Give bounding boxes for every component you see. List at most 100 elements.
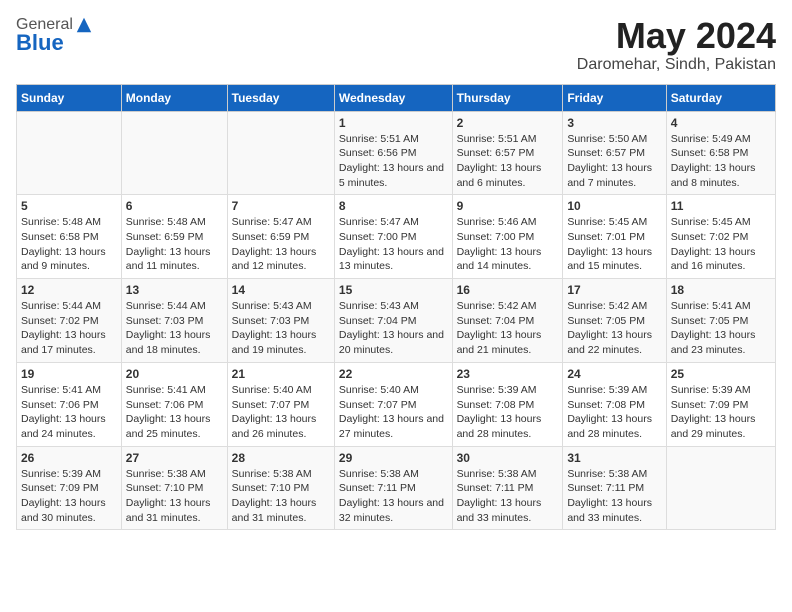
day-number: 20 — [126, 367, 223, 381]
day-number: 1 — [339, 116, 448, 130]
cell-info: Sunrise: 5:51 AMSunset: 6:57 PMDaylight:… — [457, 132, 559, 191]
day-number: 16 — [457, 283, 559, 297]
calendar-subtitle: Daromehar, Sindh, Pakistan — [577, 56, 776, 74]
calendar-week-row: 26 Sunrise: 5:39 AMSunset: 7:09 PMDayligh… — [17, 446, 776, 530]
calendar-cell: 26 Sunrise: 5:39 AMSunset: 7:09 PMDayligh… — [17, 446, 122, 530]
day-number: 5 — [21, 199, 117, 213]
cell-info: Sunrise: 5:41 AMSunset: 7:06 PMDaylight:… — [21, 383, 117, 442]
calendar-cell: 25 Sunrise: 5:39 AMSunset: 7:09 PMDayligh… — [666, 362, 775, 446]
calendar-cell: 15 Sunrise: 5:43 AMSunset: 7:04 PMDayligh… — [334, 279, 452, 363]
calendar-title: May 2024 — [577, 16, 776, 56]
cell-info: Sunrise: 5:42 AMSunset: 7:05 PMDaylight:… — [567, 299, 661, 358]
day-number: 6 — [126, 199, 223, 213]
cell-info: Sunrise: 5:41 AMSunset: 7:06 PMDaylight:… — [126, 383, 223, 442]
day-number: 21 — [232, 367, 330, 381]
day-number: 18 — [671, 283, 771, 297]
calendar-cell: 8 Sunrise: 5:47 AMSunset: 7:00 PMDaylight… — [334, 195, 452, 279]
cell-info: Sunrise: 5:48 AMSunset: 6:59 PMDaylight:… — [126, 215, 223, 274]
cell-info: Sunrise: 5:40 AMSunset: 7:07 PMDaylight:… — [232, 383, 330, 442]
calendar-cell: 7 Sunrise: 5:47 AMSunset: 6:59 PMDaylight… — [227, 195, 334, 279]
day-number: 22 — [339, 367, 448, 381]
col-wednesday: Wednesday — [334, 84, 452, 111]
calendar-cell: 23Sunrise: 5:39 AMSunset: 7:08 PMDayligh… — [452, 362, 563, 446]
cell-info: Sunrise: 5:38 AMSunset: 7:11 PMDaylight:… — [457, 467, 559, 526]
calendar-cell: 31Sunrise: 5:38 AMSunset: 7:11 PMDayligh… — [563, 446, 666, 530]
day-number: 7 — [232, 199, 330, 213]
title-block: May 2024 Daromehar, Sindh, Pakistan — [577, 16, 776, 74]
calendar-week-row: 1Sunrise: 5:51 AMSunset: 6:56 PMDaylight… — [17, 111, 776, 195]
day-number: 12 — [21, 283, 117, 297]
day-number: 23 — [457, 367, 559, 381]
calendar-cell: 28 Sunrise: 5:38 AMSunset: 7:10 PMDayligh… — [227, 446, 334, 530]
cell-info: Sunrise: 5:39 AMSunset: 7:09 PMDaylight:… — [21, 467, 117, 526]
day-number: 19 — [21, 367, 117, 381]
day-number: 10 — [567, 199, 661, 213]
calendar-cell: 19 Sunrise: 5:41 AMSunset: 7:06 PMDayligh… — [17, 362, 122, 446]
calendar-cell: 6 Sunrise: 5:48 AMSunset: 6:59 PMDaylight… — [121, 195, 227, 279]
cell-info: Sunrise: 5:39 AMSunset: 7:08 PMDaylight:… — [567, 383, 661, 442]
day-number: 31 — [567, 451, 661, 465]
cell-info: Sunrise: 5:39 AMSunset: 7:09 PMDaylight:… — [671, 383, 771, 442]
calendar-cell: 11Sunrise: 5:45 AMSunset: 7:02 PMDayligh… — [666, 195, 775, 279]
day-number: 27 — [126, 451, 223, 465]
calendar-cell: 30 Sunrise: 5:38 AMSunset: 7:11 PMDayligh… — [452, 446, 563, 530]
cell-info: Sunrise: 5:49 AMSunset: 6:58 PMDaylight:… — [671, 132, 771, 191]
calendar-cell: 14Sunrise: 5:43 AMSunset: 7:03 PMDayligh… — [227, 279, 334, 363]
cell-info: Sunrise: 5:43 AMSunset: 7:04 PMDaylight:… — [339, 299, 448, 358]
calendar-cell — [227, 111, 334, 195]
calendar-cell: 13Sunrise: 5:44 AMSunset: 7:03 PMDayligh… — [121, 279, 227, 363]
calendar-cell: 4Sunrise: 5:49 AMSunset: 6:58 PMDaylight… — [666, 111, 775, 195]
col-monday: Monday — [121, 84, 227, 111]
calendar-cell: 3Sunrise: 5:50 AMSunset: 6:57 PMDaylight… — [563, 111, 666, 195]
cell-info: Sunrise: 5:40 AMSunset: 7:07 PMDaylight:… — [339, 383, 448, 442]
day-number: 15 — [339, 283, 448, 297]
calendar-cell: 17Sunrise: 5:42 AMSunset: 7:05 PMDayligh… — [563, 279, 666, 363]
calendar-header-row: Sunday Monday Tuesday Wednesday Thursday… — [17, 84, 776, 111]
calendar-cell: 27Sunrise: 5:38 AMSunset: 7:10 PMDayligh… — [121, 446, 227, 530]
calendar-cell — [17, 111, 122, 195]
logo: General Blue — [16, 16, 93, 56]
day-number: 9 — [457, 199, 559, 213]
calendar-cell: 24 Sunrise: 5:39 AMSunset: 7:08 PMDayligh… — [563, 362, 666, 446]
cell-info: Sunrise: 5:48 AMSunset: 6:58 PMDaylight:… — [21, 215, 117, 274]
col-saturday: Saturday — [666, 84, 775, 111]
day-number: 24 — [567, 367, 661, 381]
cell-info: Sunrise: 5:45 AMSunset: 7:02 PMDaylight:… — [671, 215, 771, 274]
calendar-cell: 29Sunrise: 5:38 AMSunset: 7:11 PMDayligh… — [334, 446, 452, 530]
day-number: 25 — [671, 367, 771, 381]
day-number: 14 — [232, 283, 330, 297]
cell-info: Sunrise: 5:38 AMSunset: 7:11 PMDaylight:… — [339, 467, 448, 526]
calendar-cell: 20 Sunrise: 5:41 AMSunset: 7:06 PMDayligh… — [121, 362, 227, 446]
day-number: 3 — [567, 116, 661, 130]
cell-info: Sunrise: 5:42 AMSunset: 7:04 PMDaylight:… — [457, 299, 559, 358]
cell-info: Sunrise: 5:47 AMSunset: 7:00 PMDaylight:… — [339, 215, 448, 274]
calendar-cell: 5 Sunrise: 5:48 AMSunset: 6:58 PMDaylight… — [17, 195, 122, 279]
calendar-cell: 18 Sunrise: 5:41 AMSunset: 7:05 PMDayligh… — [666, 279, 775, 363]
cell-info: Sunrise: 5:45 AMSunset: 7:01 PMDaylight:… — [567, 215, 661, 274]
calendar-cell: 22 Sunrise: 5:40 AMSunset: 7:07 PMDayligh… — [334, 362, 452, 446]
col-tuesday: Tuesday — [227, 84, 334, 111]
day-number: 13 — [126, 283, 223, 297]
day-number: 30 — [457, 451, 559, 465]
calendar-week-row: 19 Sunrise: 5:41 AMSunset: 7:06 PMDayligh… — [17, 362, 776, 446]
calendar-cell — [121, 111, 227, 195]
day-number: 2 — [457, 116, 559, 130]
cell-info: Sunrise: 5:46 AMSunset: 7:00 PMDaylight:… — [457, 215, 559, 274]
logo-icon — [75, 16, 93, 34]
cell-info: Sunrise: 5:41 AMSunset: 7:05 PMDaylight:… — [671, 299, 771, 358]
cell-info: Sunrise: 5:44 AMSunset: 7:02 PMDaylight:… — [21, 299, 117, 358]
col-sunday: Sunday — [17, 84, 122, 111]
day-number: 26 — [21, 451, 117, 465]
calendar-cell — [666, 446, 775, 530]
cell-info: Sunrise: 5:38 AMSunset: 7:10 PMDaylight:… — [232, 467, 330, 526]
page: General Blue May 2024 Daromehar, Sindh, … — [0, 0, 792, 546]
day-number: 8 — [339, 199, 448, 213]
calendar-week-row: 5 Sunrise: 5:48 AMSunset: 6:58 PMDaylight… — [17, 195, 776, 279]
col-thursday: Thursday — [452, 84, 563, 111]
day-number: 28 — [232, 451, 330, 465]
calendar-cell: 10 Sunrise: 5:45 AMSunset: 7:01 PMDayligh… — [563, 195, 666, 279]
calendar-week-row: 12 Sunrise: 5:44 AMSunset: 7:02 PMDayligh… — [17, 279, 776, 363]
calendar-cell: 21 Sunrise: 5:40 AMSunset: 7:07 PMDayligh… — [227, 362, 334, 446]
calendar-cell: 16 Sunrise: 5:42 AMSunset: 7:04 PMDayligh… — [452, 279, 563, 363]
cell-info: Sunrise: 5:47 AMSunset: 6:59 PMDaylight:… — [232, 215, 330, 274]
